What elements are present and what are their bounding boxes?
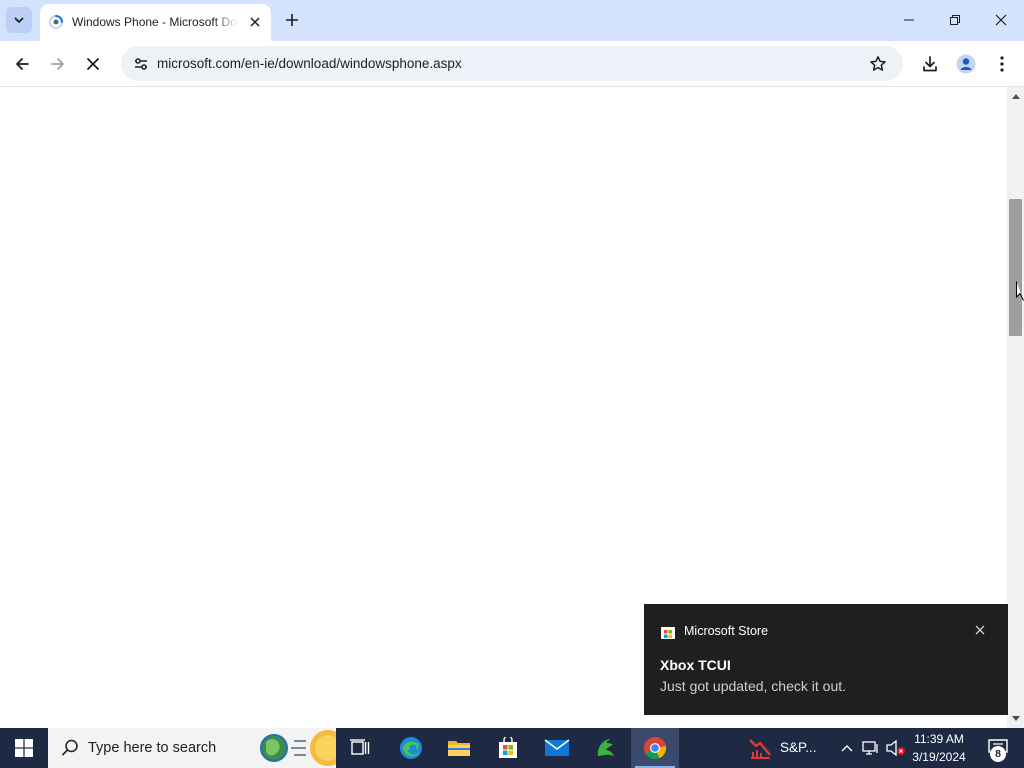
site-info-button[interactable]: [129, 52, 153, 76]
tab-title: Windows Phone - Microsoft Download Cente…: [72, 15, 238, 29]
minimize-icon: [904, 19, 914, 21]
volume-muted-icon: [886, 740, 905, 756]
minimize-button[interactable]: [886, 0, 932, 40]
loading-favicon-icon: [49, 15, 63, 29]
tab-close-button[interactable]: [246, 13, 264, 31]
downloads-button[interactable]: [914, 48, 946, 80]
restore-button[interactable]: [932, 0, 978, 40]
notification-count-badge: 8: [990, 746, 1006, 762]
chevron-down-icon: [14, 17, 24, 23]
forward-button[interactable]: [42, 48, 74, 80]
taskbar: Type here to search S&P... 11:39 AM 3/19…: [0, 728, 1024, 768]
stop-loading-button[interactable]: [77, 48, 109, 80]
avatar-icon: [956, 54, 976, 74]
bookmark-button[interactable]: [866, 52, 890, 76]
chrome-taskbar-button[interactable]: [631, 728, 679, 768]
restore-icon: [950, 15, 960, 25]
close-window-button[interactable]: [978, 0, 1024, 40]
file-explorer-taskbar-button[interactable]: [435, 728, 483, 768]
profile-button[interactable]: [950, 48, 982, 80]
microsoft-store-icon: [499, 737, 517, 758]
sp-taskbar-label: S&P...: [780, 740, 817, 755]
url-text[interactable]: microsoft.com/en-ie/download/windowsphon…: [157, 55, 462, 72]
chrome-icon: [644, 736, 667, 760]
sp-taskbar-button[interactable]: S&P...: [738, 728, 830, 768]
app-taskbar-button[interactable]: [582, 728, 630, 768]
scroll-thumb[interactable]: [1009, 199, 1022, 336]
close-icon: [87, 58, 99, 70]
microsoft-store-icon: [661, 627, 675, 639]
chevron-up-icon: [841, 745, 853, 752]
show-hidden-icons-button[interactable]: [836, 728, 858, 768]
edge-browser-icon: [400, 737, 422, 759]
mail-icon: [544, 739, 570, 756]
new-tab-button[interactable]: [280, 8, 304, 32]
stock-chart-icon: [749, 739, 771, 759]
active-tab[interactable]: Windows Phone - Microsoft Download Cente…: [40, 4, 271, 41]
windows-logo-icon: [15, 739, 33, 757]
tune-icon: [135, 58, 147, 70]
folder-icon: [448, 741, 470, 756]
toast-title: Xbox TCUI: [660, 657, 731, 673]
plus-icon: [286, 14, 298, 26]
search-icon: [61, 739, 78, 756]
task-view-button[interactable]: [336, 728, 384, 768]
start-button[interactable]: [0, 728, 48, 768]
dragon-app-icon: [597, 739, 614, 756]
mouse-cursor-icon: [1016, 281, 1024, 301]
clock-time: 11:39 AM: [914, 732, 964, 746]
browser-toolbar: microsoft.com/en-ie/download/windowsphon…: [0, 41, 1024, 87]
triangle-up-icon: [1011, 94, 1020, 99]
tab-strip: Windows Phone - Microsoft Download Cente…: [0, 0, 1024, 41]
menu-button[interactable]: [986, 48, 1018, 80]
vertical-scrollbar[interactable]: [1007, 87, 1024, 728]
tab-search-button[interactable]: [6, 7, 32, 33]
network-icon: [862, 741, 878, 755]
address-bar[interactable]: microsoft.com/en-ie/download/windowsphon…: [121, 46, 903, 81]
back-button[interactable]: [6, 48, 38, 80]
download-icon: [923, 56, 937, 72]
microsoft-store-taskbar-button[interactable]: [484, 728, 532, 768]
star-icon: [870, 56, 886, 71]
triangle-down-icon: [1011, 716, 1020, 721]
search-highlight-icon: [260, 730, 336, 766]
toast-close-button[interactable]: [970, 620, 990, 640]
scroll-down-button[interactable]: [1007, 712, 1024, 726]
network-button[interactable]: [860, 728, 882, 768]
close-icon: [250, 17, 260, 27]
task-view-icon: [350, 739, 370, 755]
clock-date: 3/19/2024: [912, 750, 966, 764]
more-vertical-icon: [1000, 56, 1004, 72]
system-clock[interactable]: 11:39 AM 3/19/2024: [906, 731, 972, 767]
close-icon: [995, 14, 1007, 26]
volume-button[interactable]: [884, 728, 908, 768]
arrow-right-icon: [51, 58, 64, 70]
edge-taskbar-button[interactable]: [387, 728, 435, 768]
notification-toast[interactable]: Microsoft Store Xbox TCUI Just got updat…: [644, 604, 1008, 715]
toast-body: Just got updated, check it out.: [660, 678, 847, 694]
arrow-left-icon: [16, 58, 29, 70]
scroll-up-button[interactable]: [1007, 89, 1024, 103]
taskbar-search-box[interactable]: Type here to search: [48, 728, 336, 768]
close-icon: [975, 625, 985, 635]
mail-taskbar-button[interactable]: [533, 728, 581, 768]
toast-app-name: Microsoft Store: [684, 624, 769, 638]
search-placeholder: Type here to search: [88, 740, 217, 756]
